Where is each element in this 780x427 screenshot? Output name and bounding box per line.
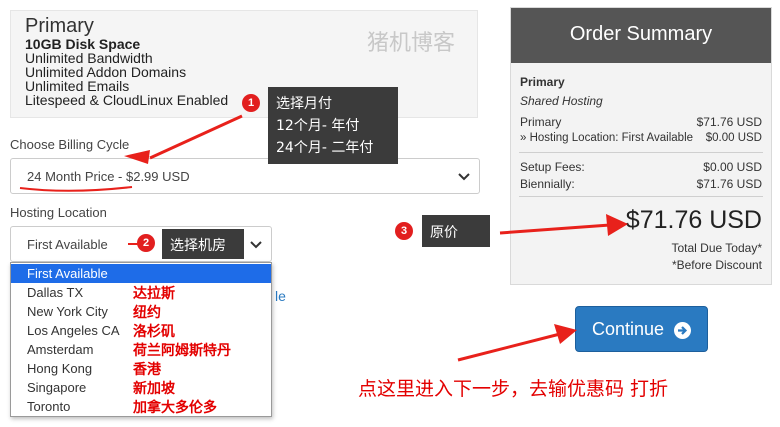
arrow-head-billing (124, 150, 150, 164)
arrow-to-total (499, 223, 611, 235)
arrow-to-billing (149, 114, 243, 160)
arrow-to-continue (457, 332, 561, 362)
billing-underline (19, 186, 133, 192)
arrow-head-continue (554, 324, 577, 344)
annotation-arrows (19, 114, 628, 362)
arrow-head-total (606, 214, 628, 236)
